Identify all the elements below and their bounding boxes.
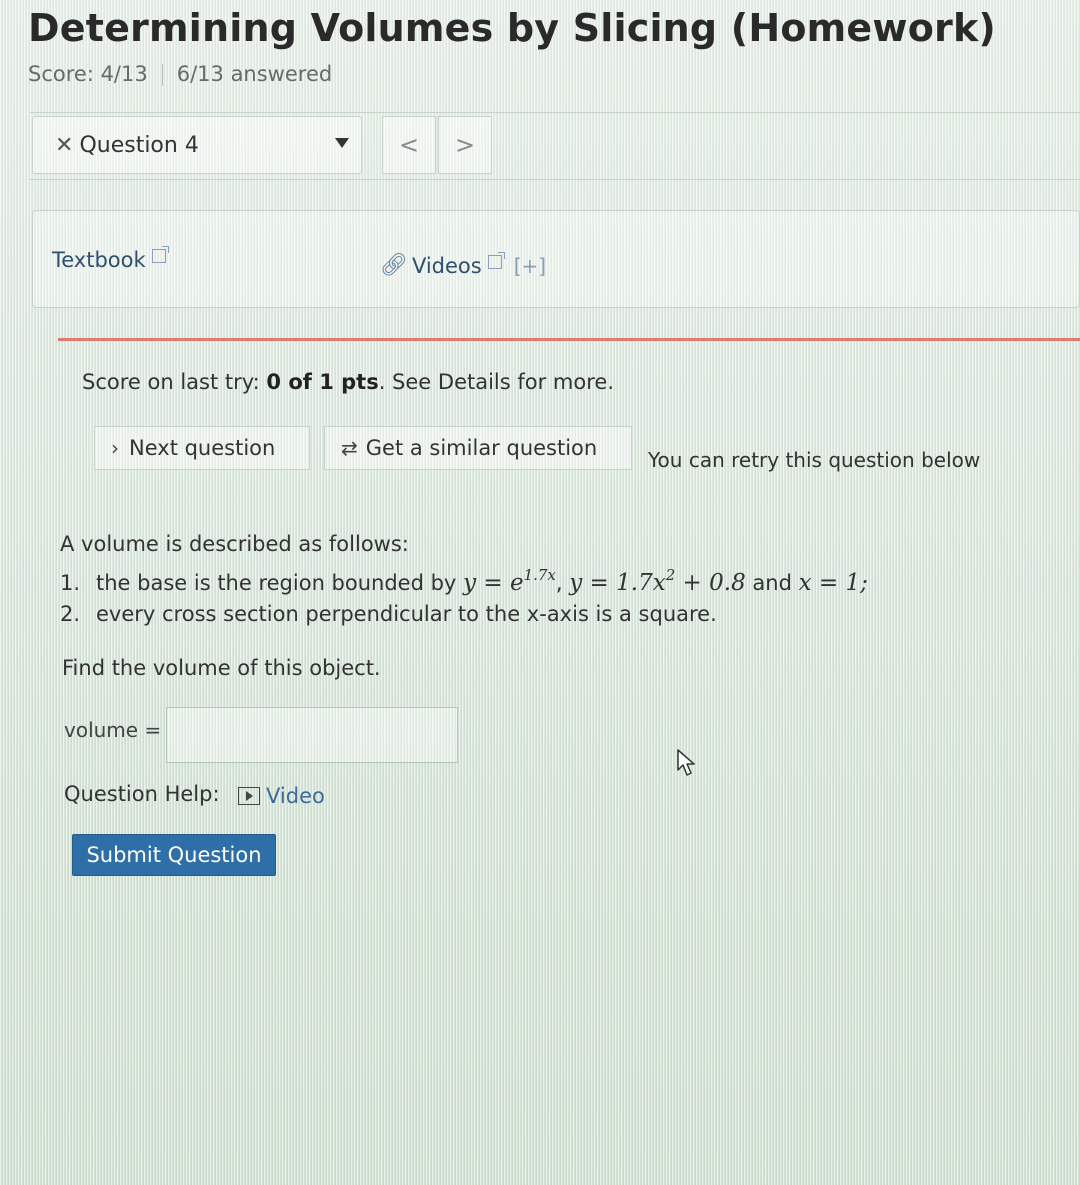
play-video-icon	[238, 787, 260, 805]
chevron-left-icon: <	[398, 131, 420, 159]
dropdown-arrow-icon	[335, 138, 349, 148]
equation-3: x = 1;	[798, 570, 868, 596]
condition-number: 2.	[60, 602, 81, 626]
condition-joiner: and	[752, 571, 792, 595]
question-intro: A volume is described as follows:	[60, 532, 409, 556]
feedback-divider	[58, 338, 1080, 341]
last-try-prefix: Score on last try:	[82, 370, 267, 394]
external-link-icon	[487, 251, 505, 269]
last-try-suffix: . See Details for more.	[378, 370, 614, 394]
paperclip-icon: 🔗︎	[380, 253, 408, 278]
question-select[interactable]: ✕ Question 4	[32, 116, 362, 174]
divider	[161, 64, 163, 86]
external-link-icon	[151, 246, 169, 263]
condition-1: 1. the base is the region bounded by y = …	[60, 566, 868, 596]
volume-label: volume =	[64, 718, 162, 742]
next-question-label: Next question	[129, 436, 276, 460]
score-summary: Score: 4/13 6/13 answered	[28, 62, 332, 86]
expand-resources-link[interactable]: [+]	[514, 254, 546, 278]
previous-question-button[interactable]: <	[382, 116, 436, 174]
question-prompt: Find the volume of this object.	[62, 656, 381, 680]
next-question-button[interactable]: › Next question	[94, 426, 310, 470]
refresh-arrows-icon: ⇄	[341, 436, 358, 460]
chevron-right-icon: ›	[111, 436, 119, 460]
help-video-link[interactable]: Video	[238, 784, 325, 808]
condition-2: 2. every cross section perpendicular to t…	[60, 602, 717, 626]
condition-text: every cross section perpendicular to the…	[96, 602, 717, 626]
similar-question-label: Get a similar question	[365, 436, 598, 460]
videos-label: Videos	[411, 253, 482, 278]
question-help-label: Question Help:	[64, 782, 220, 806]
condition-number: 1.	[60, 571, 81, 595]
videos-link[interactable]: 🔗︎ Videos [+]	[380, 251, 546, 278]
score-text: Score: 4/13	[28, 62, 148, 86]
last-try-score: Score on last try: 0 of 1 pts. See Detai…	[82, 370, 614, 394]
mouse-pointer-icon	[677, 749, 695, 776]
condition-text: the base is the region bounded by	[96, 571, 457, 595]
retry-note: You can retry this question below	[648, 448, 981, 472]
last-try-points: 0 of 1 pts	[266, 370, 379, 394]
page-title: Determining Volumes by Slicing (Homework…	[28, 6, 996, 50]
volume-answer-input[interactable]	[166, 707, 458, 763]
submit-question-button[interactable]: Submit Question	[72, 834, 276, 876]
resources-panel	[32, 210, 1080, 308]
next-question-arrow-button[interactable]: >	[438, 116, 492, 174]
equation-2: y = 1.7x2 + 0.8	[569, 566, 746, 596]
similar-question-button[interactable]: ⇄ Get a similar question	[324, 426, 632, 470]
textbook-label: Textbook	[52, 248, 146, 272]
answered-count: 6/13 answered	[176, 62, 333, 86]
equation-1: y = e1.7x	[463, 566, 556, 596]
textbook-link[interactable]: Textbook	[52, 246, 169, 272]
incorrect-x-icon: ✕	[55, 132, 74, 158]
help-video-label: Video	[266, 784, 325, 808]
question-select-label: Question 4	[79, 132, 199, 158]
chevron-right-icon: >	[454, 131, 476, 159]
